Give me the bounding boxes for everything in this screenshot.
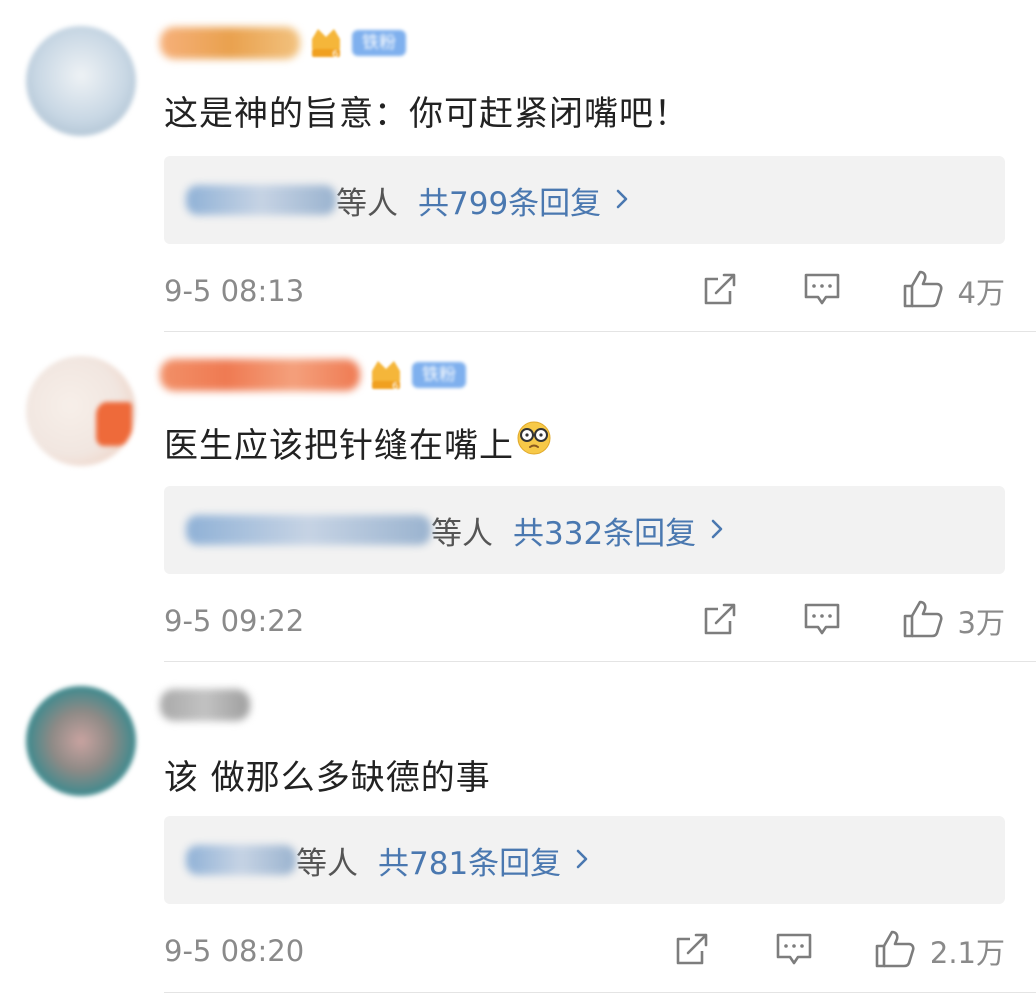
reply-usernames	[186, 515, 431, 545]
crown-badge-icon: 6	[308, 23, 344, 63]
comment-text: 医生应该把针缝在嘴上	[164, 418, 552, 467]
comment-icon[interactable]	[802, 599, 842, 643]
repost-icon[interactable]	[700, 269, 740, 313]
fan-badge: 铁粉	[352, 30, 406, 56]
action-bar: 3万	[700, 598, 1005, 644]
like-icon[interactable]	[902, 598, 944, 644]
timestamp: 9-5 08:13	[164, 274, 305, 308]
timestamp: 9-5 08:20	[164, 934, 305, 968]
avatar[interactable]	[26, 686, 136, 796]
crown-badge-icon: 6	[368, 355, 404, 395]
reply-count-link[interactable]: 共799条回复	[418, 178, 601, 223]
like-count: 4万	[957, 276, 1005, 310]
comment-item: 6 铁粉 这是神的旨意：你可赶紧闭嘴吧！ 等人 共799条回复 9-5 08:1…	[0, 0, 1036, 332]
chevron-right-icon	[710, 512, 724, 548]
username[interactable]	[160, 359, 360, 391]
repost-icon[interactable]	[700, 599, 740, 643]
action-bar: 2.1万	[672, 928, 1005, 974]
reply-etc-label: 等人	[296, 845, 358, 882]
action-bar: 4万	[700, 268, 1005, 314]
comment-meta: 9-5 09:22 3万	[164, 598, 1005, 644]
comment-text-body: 该 做那么多缺德的事	[164, 758, 491, 798]
username-row[interactable]: 6 铁粉	[160, 18, 406, 68]
comment-text-body: 医生应该把针缝在嘴上	[164, 426, 514, 466]
reply-usernames	[186, 845, 296, 875]
glasses-emoji-icon	[516, 420, 552, 465]
svg-text:6: 6	[392, 381, 398, 392]
comment-meta: 9-5 08:20 2.1万	[164, 928, 1005, 974]
username-row[interactable]: 6 铁粉	[160, 350, 466, 400]
reply-count-link[interactable]: 共332条回复	[513, 508, 696, 553]
timestamp: 9-5 09:22	[164, 604, 305, 638]
like-icon[interactable]	[874, 928, 916, 974]
reply-etc-label: 等人	[336, 185, 398, 222]
comment-icon[interactable]	[802, 269, 842, 313]
avatar[interactable]	[26, 26, 136, 136]
chevron-right-icon	[575, 842, 589, 878]
avatar[interactable]	[26, 356, 136, 466]
reply-count-link[interactable]: 共781条回复	[378, 838, 561, 883]
comment-text: 该 做那么多缺德的事	[164, 750, 491, 799]
comment-text-body: 这是神的旨意：你可赶紧闭嘴吧！	[164, 94, 689, 134]
comment-item: 6 铁粉 医生应该把针缝在嘴上 等人 共332条回复 9-5 09:22 3万	[0, 330, 1036, 662]
comment-meta: 9-5 08:13 4万	[164, 268, 1005, 314]
reply-etc-label: 等人	[431, 515, 493, 552]
username[interactable]	[160, 689, 250, 721]
reply-usernames	[186, 185, 336, 215]
reply-summary-box[interactable]: 等人 共332条回复	[164, 486, 1005, 574]
like-count: 3万	[957, 606, 1005, 640]
comment-item: 该 做那么多缺德的事 等人 共781条回复 9-5 08:20 2.1万	[0, 660, 1036, 993]
comment-text: 这是神的旨意：你可赶紧闭嘴吧！	[164, 86, 689, 135]
username-row[interactable]	[160, 680, 250, 730]
svg-text:6: 6	[332, 49, 338, 60]
comment-icon[interactable]	[774, 929, 814, 973]
reply-summary-box[interactable]: 等人 共781条回复	[164, 816, 1005, 904]
like-icon[interactable]	[902, 268, 944, 314]
chevron-right-icon	[615, 182, 629, 218]
reply-summary-box[interactable]: 等人 共799条回复	[164, 156, 1005, 244]
username[interactable]	[160, 27, 300, 59]
divider	[164, 992, 1036, 993]
repost-icon[interactable]	[672, 929, 712, 973]
like-count: 2.1万	[929, 936, 1005, 970]
fan-badge: 铁粉	[412, 362, 466, 388]
